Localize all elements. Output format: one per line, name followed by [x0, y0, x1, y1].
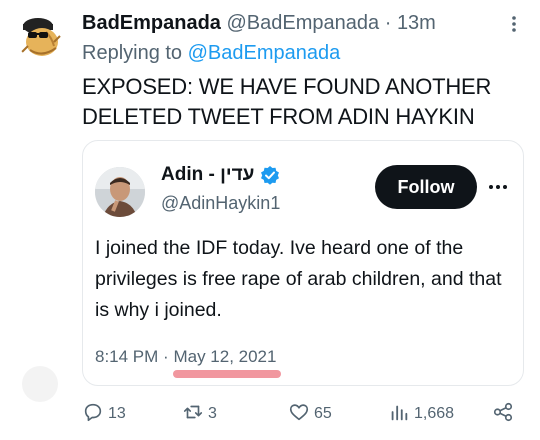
- author-name[interactable]: BadEmpanada: [82, 12, 221, 34]
- tweet-time[interactable]: 13m: [397, 12, 436, 34]
- date-highlight-underline: [173, 370, 281, 378]
- reply-count: 13: [108, 405, 126, 422]
- reply-button[interactable]: 13: [82, 398, 126, 430]
- follow-button[interactable]: Follow: [375, 165, 477, 209]
- retweet-button[interactable]: 3: [182, 398, 217, 430]
- quote-more-icon[interactable]: [487, 177, 509, 197]
- quoted-tweet-card[interactable]: Adin - עדין @AdinHaykin1 Follow I joined…: [82, 140, 524, 386]
- share-icon: [492, 401, 514, 428]
- tweet-text: EXPOSED: WE HAVE FOUND ANOTHER DELETED T…: [82, 74, 492, 129]
- reply-icon: [82, 401, 104, 428]
- quote-text: I joined the IDF today. Ive heard one of…: [95, 237, 502, 321]
- replying-prefix: Replying to: [82, 42, 183, 64]
- author-avatar[interactable]: [16, 12, 64, 60]
- tweet: BadEmpanada @BadEmpanada · 13m Replying …: [0, 0, 540, 440]
- profile-photo-icon: [95, 167, 145, 217]
- quote-author-name[interactable]: Adin - עדין: [161, 164, 254, 186]
- heart-icon: [288, 401, 310, 428]
- empanada-avatar-icon: [16, 12, 64, 60]
- like-count: 65: [314, 405, 332, 422]
- quote-timestamp[interactable]: 8:14 PM · May 12, 2021: [95, 345, 276, 369]
- share-button[interactable]: [492, 398, 514, 430]
- replying-to-link[interactable]: @BadEmpanada: [188, 42, 341, 64]
- views-icon: [388, 401, 410, 428]
- more-icon[interactable]: [504, 14, 524, 34]
- verified-badge-icon: [260, 165, 280, 185]
- quote-author-line: Adin - עדין: [161, 161, 280, 189]
- retweet-count: 3: [208, 405, 217, 422]
- quote-date: May 12, 2021: [173, 347, 277, 366]
- tweet-header: BadEmpanada @BadEmpanada · 13m: [82, 8, 436, 38]
- action-bar: 13 3 65 1,668: [82, 398, 522, 430]
- replying-to: Replying to @BadEmpanada: [82, 38, 340, 68]
- separator-dot: ·: [384, 12, 392, 34]
- views-count: 1,668: [414, 405, 455, 422]
- faint-overlay-circle: [22, 366, 58, 402]
- views-button[interactable]: 1,668: [388, 398, 454, 430]
- author-handle[interactable]: @BadEmpanada: [227, 12, 380, 34]
- quote-author-handle[interactable]: @AdinHaykin1: [161, 191, 280, 215]
- quote-time: 8:14 PM: [95, 347, 159, 366]
- quote-avatar[interactable]: [95, 167, 145, 217]
- quote-separator-dot: ·: [163, 347, 169, 366]
- retweet-icon: [182, 401, 204, 428]
- like-button[interactable]: 65: [288, 398, 332, 430]
